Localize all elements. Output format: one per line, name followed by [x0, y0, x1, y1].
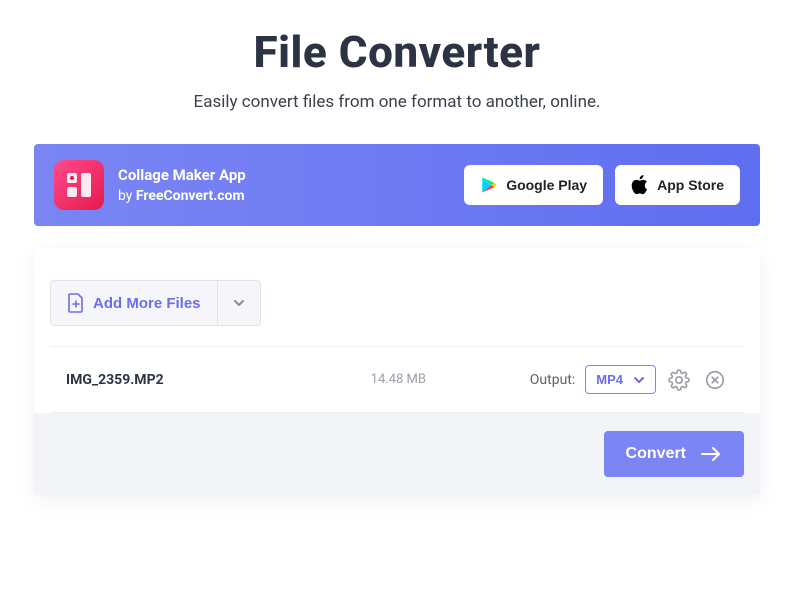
promo-banner: Collage Maker App by FreeConvert.com Goo… [34, 144, 760, 226]
promo-by-prefix: by [118, 188, 136, 204]
arrow-right-icon [700, 446, 722, 462]
converter-panel: Add More Files IMG_2359.MP2 14.48 MB Out… [34, 248, 760, 495]
convert-label: Convert [626, 445, 686, 463]
add-files-group: Add More Files [50, 280, 261, 326]
panel-inner: Add More Files IMG_2359.MP2 14.48 MB Out… [34, 248, 760, 413]
page-title: File Converter [0, 26, 794, 78]
output-group: Output: MP4 [530, 365, 728, 394]
app-store-label: App Store [657, 177, 724, 193]
promo-brand: FreeConvert.com [136, 188, 245, 204]
chevron-down-icon [232, 296, 246, 310]
file-plus-icon [67, 293, 85, 313]
add-more-files-button[interactable]: Add More Files [51, 281, 217, 325]
google-play-button[interactable]: Google Play [464, 165, 603, 205]
convert-bar: Convert [34, 413, 760, 495]
add-more-files-label: Add More Files [93, 295, 201, 312]
google-play-label: Google Play [506, 177, 587, 193]
file-name: IMG_2359.MP2 [66, 372, 306, 388]
apple-icon [631, 175, 649, 195]
output-format-value: MP4 [596, 372, 623, 387]
promo-by-line: by FreeConvert.com [118, 188, 246, 204]
promo-left: Collage Maker App by FreeConvert.com [54, 160, 246, 210]
chevron-down-icon [633, 374, 645, 386]
page-subtitle: Easily convert files from one format to … [0, 92, 794, 112]
close-circle-icon [704, 369, 726, 391]
output-label: Output: [530, 372, 575, 388]
add-files-dropdown-button[interactable] [217, 281, 260, 325]
output-format-select[interactable]: MP4 [585, 365, 656, 394]
google-play-icon [480, 176, 498, 194]
settings-button[interactable] [666, 367, 692, 393]
file-size: 14.48 MB [306, 372, 426, 387]
store-buttons: Google Play App Store [464, 165, 740, 205]
promo-text: Collage Maker App by FreeConvert.com [118, 166, 246, 204]
collage-app-icon [54, 160, 104, 210]
file-row: IMG_2359.MP2 14.48 MB Output: MP4 [50, 346, 744, 413]
gear-icon [668, 369, 690, 391]
remove-file-button[interactable] [702, 367, 728, 393]
promo-app-name: Collage Maker App [118, 166, 246, 184]
convert-button[interactable]: Convert [604, 431, 744, 477]
app-store-button[interactable]: App Store [615, 165, 740, 205]
